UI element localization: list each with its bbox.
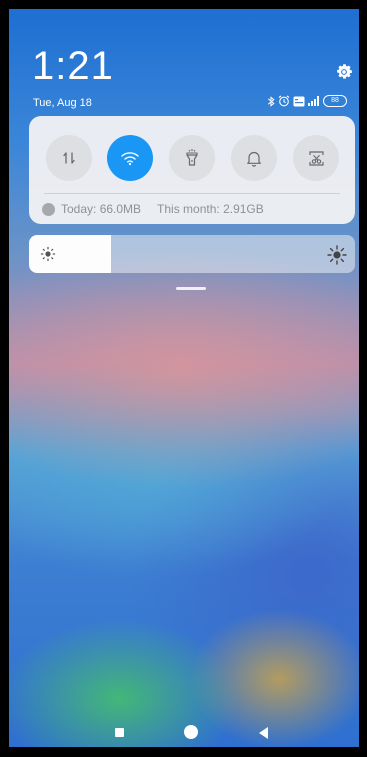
panel-divider — [44, 193, 340, 194]
tile-wifi[interactable] — [107, 135, 153, 181]
bluetooth-icon — [267, 95, 275, 107]
data-usage-row[interactable]: Today: 66.0MB This month: 2.91GB — [42, 202, 264, 216]
status-bar-icons: 88 — [267, 94, 347, 108]
data-transfer-icon — [63, 152, 75, 164]
volte-icon — [293, 96, 305, 106]
scissors-screenshot-icon — [308, 150, 324, 166]
alarm-icon — [278, 95, 290, 107]
flashlight-icon — [186, 149, 198, 166]
settings-gear-icon[interactable] — [334, 62, 354, 82]
tile-mobile-data[interactable] — [46, 135, 92, 181]
back-button[interactable] — [259, 727, 268, 739]
clock: 1:21 — [32, 44, 114, 88]
home-button[interactable] — [184, 725, 198, 739]
brightness-low-icon — [40, 246, 56, 262]
tile-sound[interactable] — [231, 135, 277, 181]
tile-flashlight[interactable] — [169, 135, 215, 181]
tile-screenshot[interactable] — [293, 135, 339, 181]
battery-icon: 88 — [323, 95, 347, 107]
data-usage-icon — [42, 202, 55, 216]
wifi-icon — [121, 152, 139, 166]
data-usage-month: This month: 2.91GB — [157, 202, 264, 216]
quick-settings-panel: Today: 66.0MB This month: 2.91GB — [29, 116, 355, 224]
bell-icon — [247, 151, 261, 167]
brightness-high-icon — [327, 245, 347, 265]
shade-drag-handle[interactable] — [176, 287, 206, 290]
date-label: Tue, Aug 18 — [33, 97, 92, 109]
brightness-slider[interactable] — [29, 235, 355, 273]
data-usage-today: Today: 66.0MB — [61, 202, 142, 216]
navigation-bar — [9, 721, 359, 747]
signal-icon — [308, 96, 319, 106]
notification-shade: 1:21 Tue, Aug 18 88 Today: 66.0MB This m… — [9, 9, 359, 747]
recents-button[interactable] — [115, 728, 124, 737]
